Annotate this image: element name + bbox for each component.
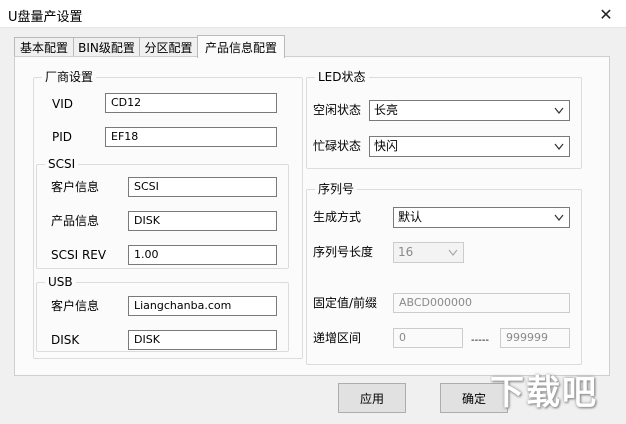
idle-state-label: 空闲状态 — [313, 103, 362, 117]
serial-length-select[interactable]: 16 — [393, 242, 464, 263]
prefix-input[interactable]: ABCD000000 — [393, 293, 570, 313]
generation-mode-select[interactable]: 默认 — [393, 207, 570, 228]
pid-input[interactable]: EF18 — [105, 127, 277, 147]
scsi-rev-input[interactable]: 1.00 — [128, 245, 277, 265]
tab-bin[interactable]: BIN级配置 — [73, 37, 140, 57]
scsi-customer-input[interactable]: SCSI — [128, 177, 277, 197]
generation-mode-value: 默认 — [398, 210, 423, 224]
led-group-label: LED状态 — [315, 70, 369, 84]
idle-state-select[interactable]: 长亮 — [369, 100, 570, 121]
watermark-logo: 下载吧 — [490, 373, 598, 413]
usb-product-label: DISK — [51, 333, 80, 347]
close-icon: ✕ — [599, 4, 613, 24]
chevron-down-icon — [554, 107, 564, 114]
tab-basic[interactable]: 基本配置 — [14, 37, 74, 57]
increment-range-label: 递增区间 — [313, 331, 362, 345]
chevron-down-icon — [554, 143, 564, 150]
pid-label: PID — [52, 130, 73, 144]
close-button[interactable]: ✕ — [586, 0, 626, 28]
apply-button[interactable]: 应用 — [338, 383, 406, 413]
range-from-input[interactable]: 0 — [393, 328, 463, 348]
scsi-rev-label: SCSI REV — [51, 248, 107, 262]
vid-input[interactable]: CD12 — [105, 93, 277, 113]
serial-group-label: 序列号 — [315, 182, 358, 196]
range-separator: ----- — [471, 335, 490, 346]
usb-product-input[interactable]: DISK — [128, 330, 277, 350]
chevron-down-icon — [554, 214, 564, 221]
usb-customer-input[interactable]: Liangchanba.com — [128, 296, 277, 316]
tab-partition[interactable]: 分区配置 — [139, 37, 198, 57]
scsi-group-label: SCSI — [45, 157, 79, 171]
prefix-label: 固定值/前缀 — [313, 296, 378, 310]
scsi-product-input[interactable]: DISK — [128, 211, 277, 231]
usb-group: USB 客户信息 Liangchanba.com DISK DISK — [36, 275, 289, 352]
serial-length-label: 序列号长度 — [313, 245, 374, 259]
tab-product-info[interactable]: 产品信息配置 — [197, 35, 285, 58]
busy-state-label: 忙碌状态 — [313, 139, 362, 153]
scsi-product-label: 产品信息 — [51, 214, 100, 228]
tab-panel: 厂商设置 VID CD12 PID EF18 SCSI 客户信息 SCSI 产品… — [14, 56, 610, 376]
window-title: U盘量产设置 — [8, 10, 83, 25]
scsi-group: SCSI 客户信息 SCSI 产品信息 DISK SCSI REV 1.00 — [36, 157, 289, 269]
serial-group: 序列号 生成方式 默认 序列号长度 16 固定值/前缀 ABCD000000 递… — [306, 182, 582, 365]
title-bar: U盘量产设置 ✕ — [0, 0, 626, 28]
led-group: LED状态 空闲状态 长亮 忙碌状态 快闪 — [306, 70, 582, 169]
usb-customer-label: 客户信息 — [51, 299, 100, 313]
vid-label: VID — [52, 97, 73, 111]
generation-mode-label: 生成方式 — [313, 210, 362, 224]
usb-group-label: USB — [45, 275, 76, 289]
vendor-group: 厂商设置 VID CD12 PID EF18 SCSI 客户信息 SCSI 产品… — [33, 70, 303, 359]
serial-length-value: 16 — [398, 245, 414, 259]
chevron-down-icon — [448, 249, 458, 256]
vendor-group-label: 厂商设置 — [42, 70, 97, 84]
busy-state-value: 快闪 — [374, 139, 399, 153]
scsi-customer-label: 客户信息 — [51, 180, 100, 194]
busy-state-select[interactable]: 快闪 — [369, 136, 570, 157]
range-to-input[interactable]: 999999 — [500, 328, 570, 348]
idle-state-value: 长亮 — [374, 103, 399, 117]
